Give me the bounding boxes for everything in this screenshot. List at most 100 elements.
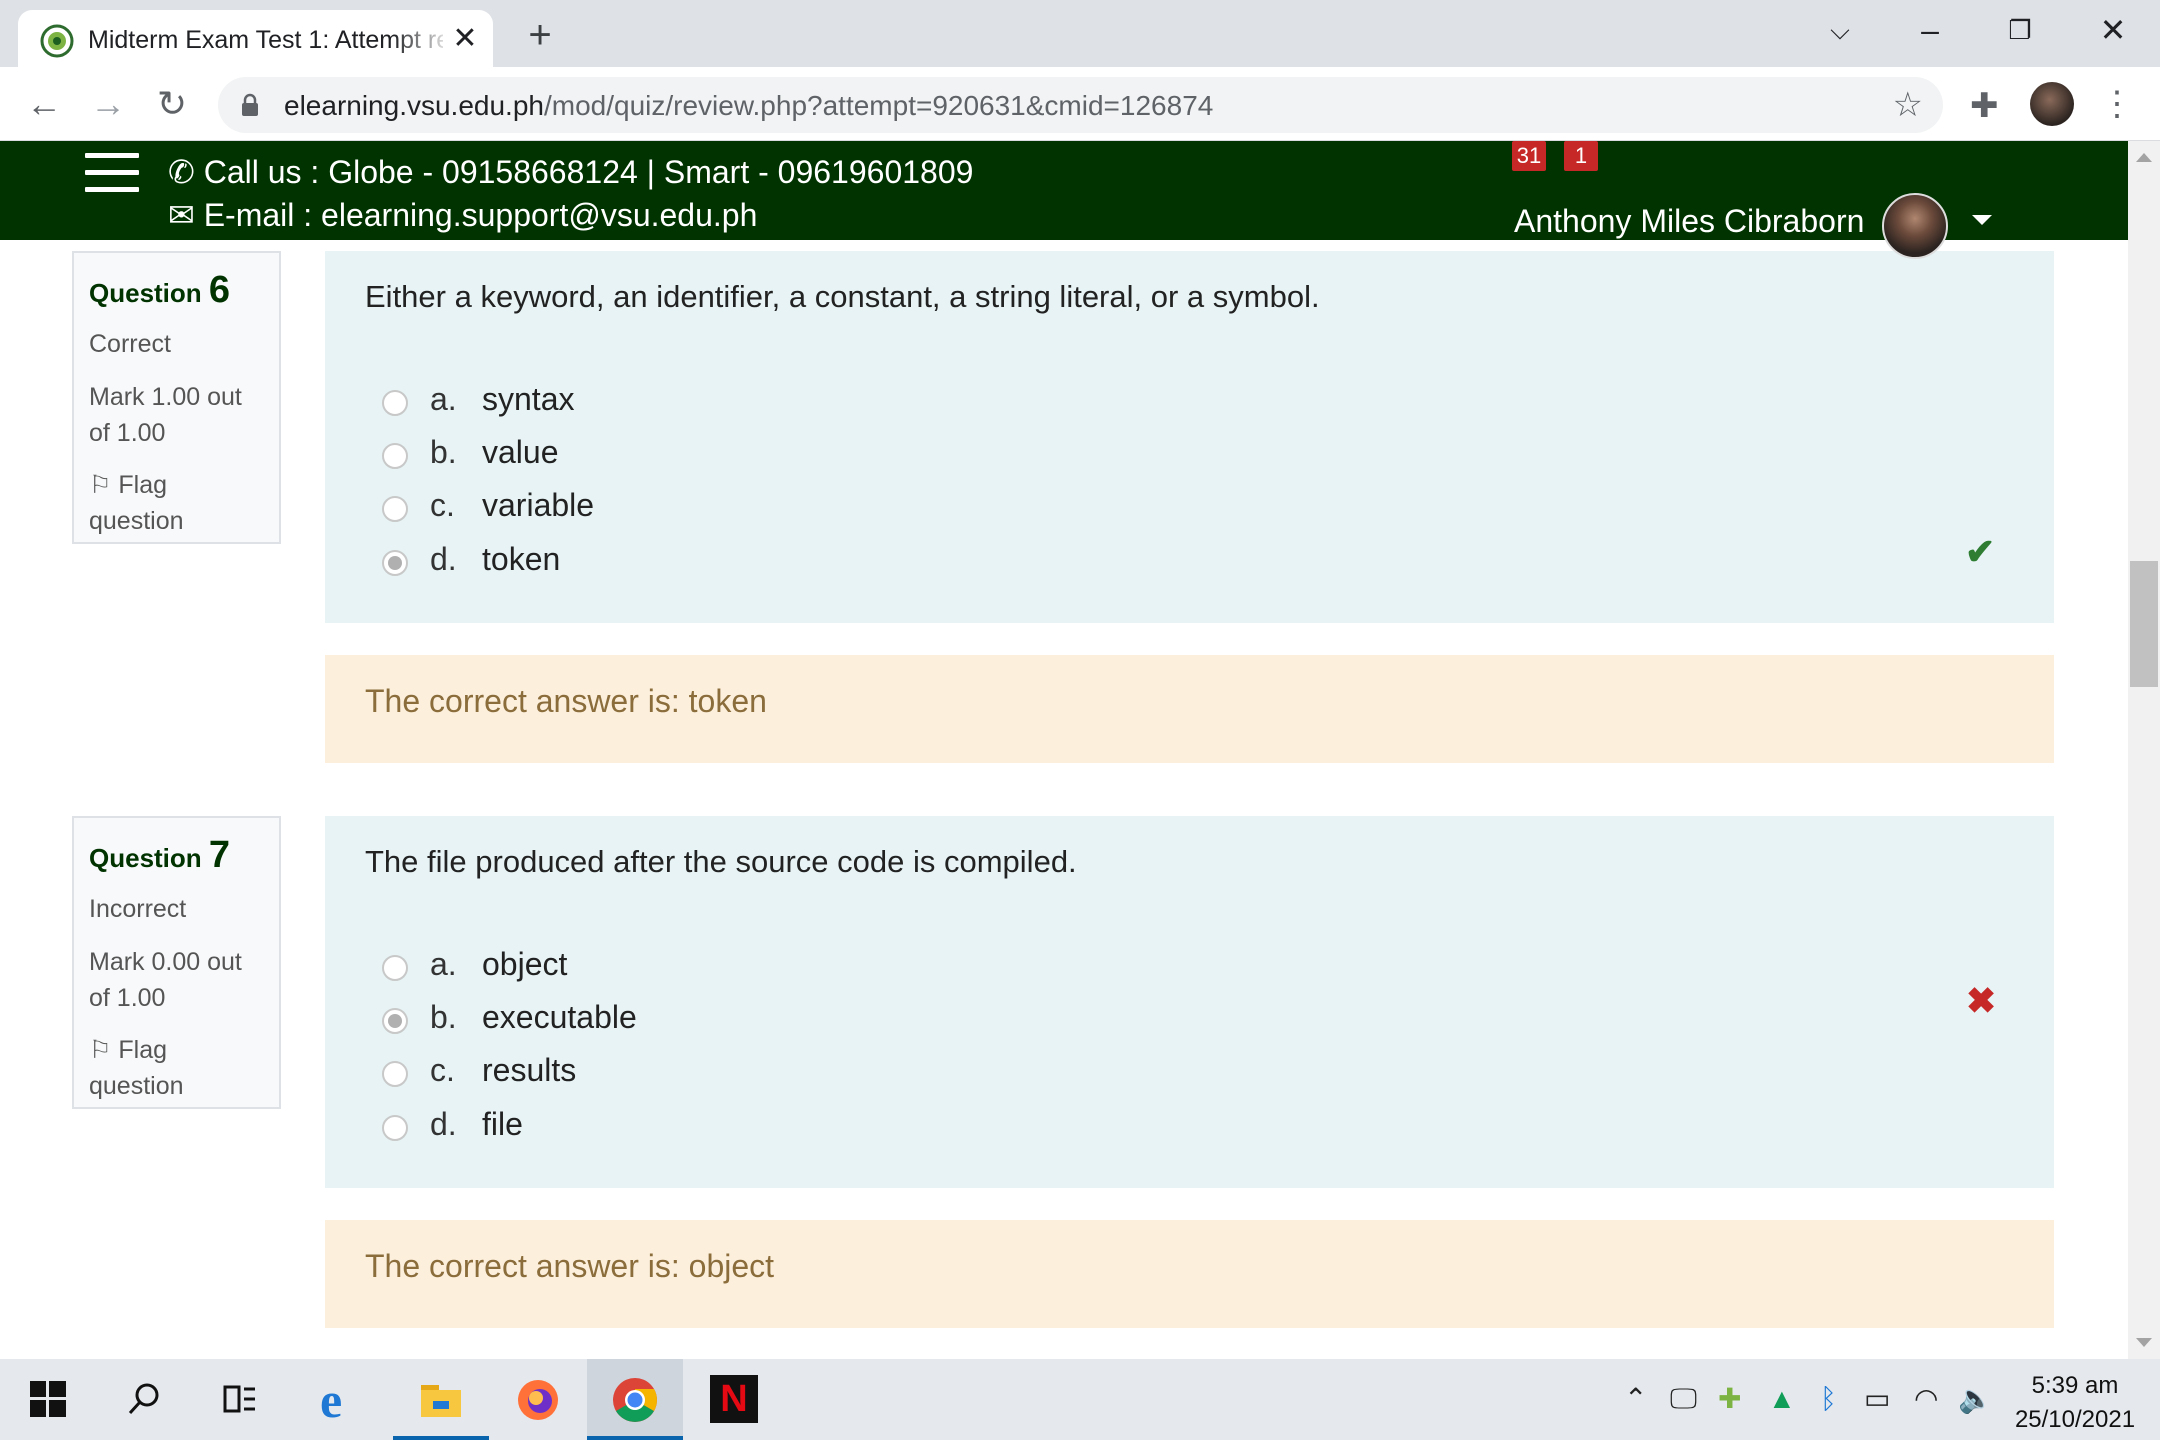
correct-answer-text: The correct answer is: token: [365, 683, 767, 719]
active-indicator: [393, 1436, 489, 1440]
question-grade: Mark 1.00 out of 1.00: [89, 383, 242, 447]
address-bar[interactable]: elearning.vsu.edu.ph/mod/quiz/review.php…: [218, 77, 1943, 133]
minimize-icon[interactable]: –: [1905, 10, 1955, 50]
start-button[interactable]: [0, 1359, 96, 1440]
contact-phone-text: Call us : Globe - 09158668124 | Smart - …: [203, 154, 974, 190]
cross-icon: ✖: [1966, 980, 1997, 1021]
battery-icon[interactable]: ▭: [1864, 1383, 1890, 1415]
radio-button[interactable]: [382, 955, 408, 981]
new-tab-button[interactable]: +: [520, 15, 560, 56]
hamburger-menu-icon[interactable]: [85, 153, 139, 197]
option-text: results: [482, 1052, 577, 1088]
forward-arrow-icon[interactable]: →: [86, 83, 130, 127]
tray-plus-icon[interactable]: ✚: [1718, 1383, 1741, 1415]
radio-button-selected[interactable]: [382, 1008, 408, 1034]
netflix-icon: N: [710, 1375, 758, 1423]
show-hidden-icons-chevron-icon[interactable]: ⌃: [1624, 1383, 1647, 1415]
extensions-puzzle-icon[interactable]: ✚: [1970, 86, 1999, 126]
task-view-button[interactable]: [192, 1359, 288, 1440]
user-name[interactable]: Anthony Miles Cibraborn: [1514, 203, 1864, 240]
tab-close-icon[interactable]: ✕: [448, 22, 482, 56]
check-icon: ✔: [1965, 531, 1996, 572]
page-scrollbar[interactable]: [2128, 141, 2160, 1359]
radio-button[interactable]: [382, 496, 408, 522]
envelope-icon: ✉: [168, 197, 195, 233]
question-grade: Mark 0.00 out of 1.00: [89, 948, 242, 1012]
taskbar-chrome[interactable]: [587, 1359, 683, 1440]
search-button[interactable]: [96, 1359, 192, 1440]
message-count-badge[interactable]: 1: [1564, 141, 1598, 171]
scrollbar-thumb[interactable]: [2130, 561, 2158, 687]
site-favicon-icon: [40, 24, 74, 58]
contact-phone: ✆ Call us : Globe - 09158668124 | Smart …: [168, 153, 973, 191]
question-number: Question 7: [89, 834, 264, 877]
radio-button[interactable]: [382, 1115, 408, 1141]
option-text: executable: [482, 999, 637, 1035]
taskbar-netflix[interactable]: N: [686, 1359, 782, 1440]
question-label: Question: [89, 843, 202, 873]
notification-count-badge[interactable]: 31: [1512, 141, 1546, 171]
option-text: file: [482, 1106, 523, 1142]
scroll-down-arrow-icon[interactable]: [2136, 1338, 2152, 1347]
clock-time: 5:39 am: [2031, 1372, 2119, 1399]
question-7-feedback: The correct answer is: object: [325, 1220, 2054, 1328]
question-number-value: 6: [208, 269, 231, 311]
reload-icon[interactable]: ↻: [150, 83, 194, 127]
browser-tab-active[interactable]: Midterm Exam Test 1: Attempt re ✕: [18, 10, 493, 67]
option-letter: d.: [430, 541, 457, 577]
option-letter: b.: [430, 999, 457, 1035]
option-text: value: [482, 434, 559, 470]
bluetooth-icon[interactable]: ᛒ: [1820, 1383, 1837, 1415]
url-host: elearning.vsu.edu.ph: [284, 90, 544, 121]
active-indicator: [587, 1436, 683, 1440]
restore-icon[interactable]: ❐: [1995, 10, 2045, 50]
tab-strip: Midterm Exam Test 1: Attempt re ✕ + ⌵ – …: [0, 0, 2160, 67]
question-6-feedback: The correct answer is: token: [325, 655, 2054, 763]
flag-question-link[interactable]: ⚐ Flag question: [89, 467, 264, 539]
lock-icon: [242, 93, 258, 116]
flag-question-link[interactable]: ⚐ Flag question: [89, 1032, 264, 1104]
url-path: /mod/quiz/review.php?attempt=920631&cmid…: [543, 90, 1214, 121]
google-drive-icon[interactable]: ▲: [1768, 1383, 1796, 1415]
user-avatar[interactable]: [1882, 193, 1948, 259]
volume-icon[interactable]: 🔈: [1958, 1383, 1993, 1415]
flag-icon: ⚐: [89, 1036, 112, 1064]
browser-profile-avatar[interactable]: [2030, 82, 2074, 126]
windows-logo-icon: [30, 1381, 66, 1417]
option-letter: c.: [430, 1052, 455, 1088]
taskbar-clock[interactable]: 5:39 am 25/10/2021: [2010, 1369, 2140, 1437]
question-7-info: Question 7 Incorrect Mark 0.00 out of 1.…: [72, 816, 281, 1109]
taskbar-firefox[interactable]: [489, 1359, 585, 1440]
radio-button-selected[interactable]: [382, 550, 408, 576]
radio-button[interactable]: [382, 443, 408, 469]
question-state: Incorrect: [89, 895, 187, 923]
back-arrow-icon[interactable]: ←: [22, 83, 66, 127]
window-close-icon[interactable]: ✕: [2088, 10, 2138, 50]
tab-search-chevron-icon[interactable]: ⌵: [1815, 10, 1865, 50]
question-text: The file produced after the source code …: [365, 844, 1077, 879]
url-text[interactable]: elearning.vsu.edu.ph/mod/quiz/review.php…: [284, 90, 1213, 122]
question-number-value: 7: [208, 834, 231, 876]
radio-button[interactable]: [382, 1061, 408, 1087]
option-letter: d.: [430, 1106, 457, 1142]
radio-button[interactable]: [382, 390, 408, 416]
wifi-icon[interactable]: ◠: [1914, 1383, 1938, 1415]
tab-title-fade: [393, 20, 453, 60]
edge-icon: e: [320, 1372, 343, 1428]
option-letter: c.: [430, 487, 455, 523]
scroll-up-arrow-icon[interactable]: [2136, 153, 2152, 162]
clock-date: 25/10/2021: [2014, 1406, 2136, 1433]
option-text: object: [482, 946, 568, 982]
taskbar-file-explorer[interactable]: [393, 1359, 489, 1440]
question-6-content: Either a keyword, an identifier, a const…: [325, 251, 2054, 623]
option-text: token: [482, 541, 561, 577]
bookmark-star-icon[interactable]: ☆: [1893, 87, 1923, 123]
taskbar-edge[interactable]: e: [292, 1359, 388, 1440]
tray-app-icon[interactable]: 🖵: [1670, 1383, 1697, 1415]
tab-title: Midterm Exam Test 1: Attempt re: [88, 26, 443, 54]
user-menu-caret-icon[interactable]: [1972, 215, 1992, 225]
browser-menu-icon[interactable]: ⋮: [2100, 82, 2134, 126]
option-letter: b.: [430, 434, 457, 470]
firefox-icon: [518, 1380, 558, 1420]
question-text: Either a keyword, an identifier, a const…: [365, 279, 1320, 314]
